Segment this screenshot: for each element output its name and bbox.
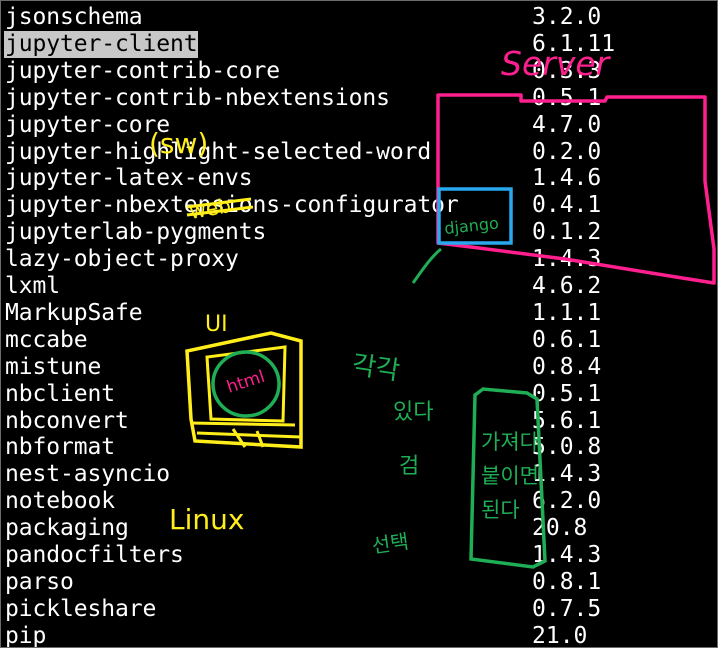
package-row: nbclient 0.5.1 <box>1 381 717 408</box>
package-name[interactable]: nbclient <box>5 381 115 408</box>
package-version[interactable]: 0.4.1 <box>532 192 601 219</box>
package-row: jupyterlab-pygments 0.1.2 <box>1 219 717 246</box>
package-version[interactable]: 20.8 <box>532 515 587 542</box>
package-version[interactable]: 0.8.1 <box>532 569 601 596</box>
package-version[interactable]: 1.1.1 <box>532 300 601 327</box>
package-name[interactable]: nest-asyncio <box>5 461 170 488</box>
package-row: mccabe 0.6.1 <box>1 327 717 354</box>
package-row: packaging 20.8 <box>1 515 717 542</box>
package-version[interactable]: 0.2.0 <box>532 139 601 166</box>
package-row: nbconvert 5.6.1 <box>1 408 717 435</box>
package-version[interactable]: 1.4.3 <box>532 461 601 488</box>
package-name[interactable]: lazy-object-proxy <box>5 246 239 273</box>
package-version[interactable]: 0.8.4 <box>532 354 601 381</box>
package-version[interactable]: 1.4.6 <box>532 165 601 192</box>
package-name[interactable]: pandocfilters <box>5 542 184 569</box>
package-name[interactable]: jupyter-highlight-selected-word <box>5 139 431 166</box>
pip-list-output: jsonschema 3.2.0 jupyter-client 6.1.11 jupyt… <box>1 1 717 647</box>
package-name[interactable]: pip <box>5 623 46 647</box>
package-row: notebook 6.2.0 <box>1 488 717 515</box>
package-row: pickleshare 0.7.5 <box>1 596 717 623</box>
package-version[interactable]: 0.5.1 <box>532 85 601 112</box>
package-version[interactable]: 4.7.0 <box>532 112 601 139</box>
package-row: pandocfilters 1.4.3 <box>1 542 717 569</box>
package-version[interactable]: 0.1.2 <box>532 219 601 246</box>
package-row: pip 21.0 <box>1 623 717 647</box>
package-version[interactable]: 0.7.5 <box>532 596 601 623</box>
package-version[interactable]: 6.1.11 <box>532 31 615 58</box>
package-version[interactable]: 1.4.3 <box>532 246 601 273</box>
package-name[interactable]: parso <box>5 569 74 596</box>
package-row: jupyter-core 4.7.0 <box>1 112 717 139</box>
package-row: jsonschema 3.2.0 <box>1 4 717 31</box>
package-name[interactable]: notebook <box>5 488 115 515</box>
package-name[interactable]: jupyter-client <box>4 30 199 58</box>
package-row: parso 0.8.1 <box>1 569 717 596</box>
package-name[interactable]: lxml <box>5 273 60 300</box>
package-name[interactable]: mccabe <box>5 327 88 354</box>
package-version[interactable]: 0.3.3 <box>532 58 601 85</box>
package-name[interactable]: jupyterlab-pygments <box>5 219 266 246</box>
package-version[interactable]: 1.4.3 <box>532 542 601 569</box>
package-name[interactable]: pickleshare <box>5 596 156 623</box>
package-name[interactable]: mistune <box>5 354 101 381</box>
package-name[interactable]: jupyter-nbextensions-configurator <box>5 192 459 219</box>
package-name[interactable]: nbformat <box>5 434 115 461</box>
package-name[interactable]: jupyter-latex-envs <box>5 165 253 192</box>
package-row: jupyter-nbextensions-configurator 0.4.1 <box>1 192 717 219</box>
package-version[interactable]: 5.6.1 <box>532 408 601 435</box>
package-version[interactable]: 0.5.1 <box>532 381 601 408</box>
package-name[interactable]: MarkupSafe <box>5 300 143 327</box>
package-row: lazy-object-proxy 1.4.3 <box>1 246 717 273</box>
package-version[interactable]: 6.2.0 <box>532 488 601 515</box>
package-row: nest-asyncio 1.4.3 <box>1 461 717 488</box>
package-row: jupyter-highlight-selected-word 0.2.0 <box>1 139 717 166</box>
package-row: lxml 4.6.2 <box>1 273 717 300</box>
package-version[interactable]: 5.0.8 <box>532 434 601 461</box>
package-name[interactable]: jsonschema <box>5 4 143 31</box>
package-row: nbformat 5.0.8 <box>1 434 717 461</box>
package-row: MarkupSafe 1.1.1 <box>1 300 717 327</box>
package-version[interactable]: 4.6.2 <box>532 273 601 300</box>
package-version[interactable]: 0.6.1 <box>532 327 601 354</box>
package-row: jupyter-latex-envs 1.4.6 <box>1 165 717 192</box>
package-version[interactable]: 21.0 <box>532 623 587 647</box>
package-row: jupyter-contrib-nbextensions 0.5.1 <box>1 85 717 112</box>
package-name[interactable]: nbconvert <box>5 408 129 435</box>
package-name[interactable]: jupyter-contrib-core <box>5 58 280 85</box>
package-name[interactable]: jupyter-contrib-nbextensions <box>5 85 390 112</box>
package-row: jupyter-contrib-core 0.3.3 <box>1 58 717 85</box>
package-name[interactable]: packaging <box>5 515 129 542</box>
package-row: mistune 0.8.4 <box>1 354 717 381</box>
terminal-window: jsonschema 3.2.0 jupyter-client 6.1.11 jupyt… <box>0 0 718 648</box>
package-row: jupyter-client 6.1.11 <box>1 30 717 58</box>
package-version[interactable]: 3.2.0 <box>532 4 601 31</box>
package-name[interactable]: jupyter-core <box>5 112 170 139</box>
